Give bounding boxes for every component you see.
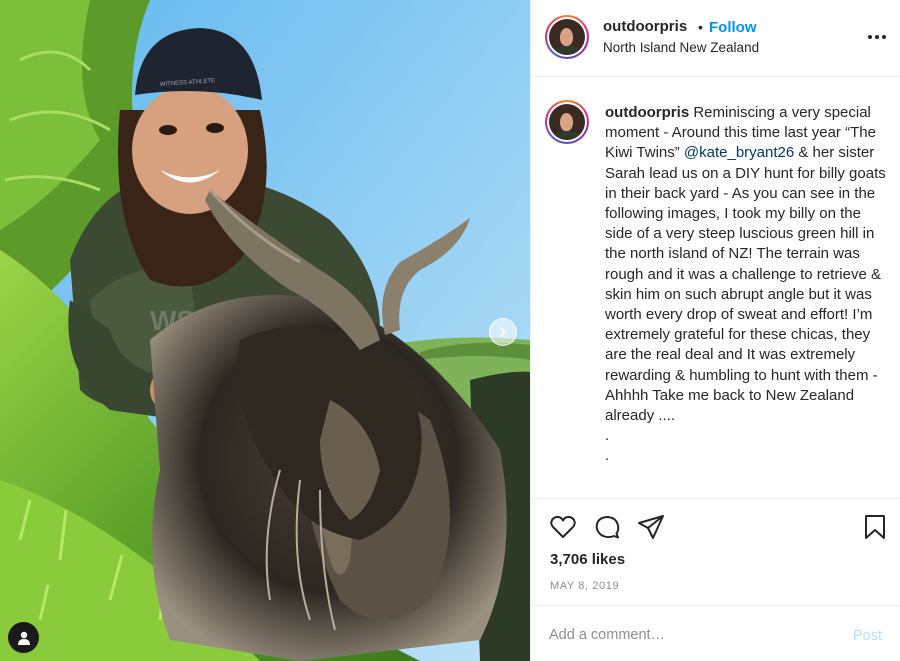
goat-hunt-photo: WS WITNESS ATHLETE <box>0 0 530 661</box>
post-date[interactable]: MAY 8, 2019 <box>550 580 619 592</box>
post-photo[interactable]: WS WITNESS ATHLETE <box>0 0 530 661</box>
caption-avatar[interactable] <box>545 100 589 144</box>
user-tag-icon <box>17 631 30 645</box>
follow-button[interactable]: Follow <box>709 19 757 36</box>
avatar[interactable] <box>545 15 589 59</box>
heart-icon[interactable] <box>548 512 578 542</box>
caption-text: outdoorpris Reminiscing a very special m… <box>605 103 890 467</box>
caption-part-2: & her sister Sarah lead us on a DIY hunt… <box>605 144 886 425</box>
post-comment-button[interactable]: Post <box>853 628 882 644</box>
carousel-next-button[interactable] <box>489 318 517 346</box>
user-tag-button[interactable] <box>8 622 39 653</box>
comment-box: Post <box>531 605 900 661</box>
caption-trailing-dot-1: . <box>605 427 610 445</box>
caption-username[interactable]: outdoorpris <box>605 104 689 121</box>
share-icon[interactable] <box>636 512 666 542</box>
caption-trailing-dot-2: . <box>605 447 610 465</box>
comment-input[interactable] <box>549 624 819 646</box>
header-username[interactable]: outdoorpris <box>603 18 687 35</box>
mention-link[interactable]: @kate_bryant26 <box>684 144 794 161</box>
more-options-icon[interactable] <box>866 26 888 48</box>
caption-section: outdoorpris Reminiscing a very special m… <box>531 78 900 498</box>
comment-icon[interactable] <box>592 512 622 542</box>
separator-dot: • <box>698 19 703 35</box>
post-details-panel: outdoorpris • Follow North Island New Ze… <box>530 0 900 661</box>
action-bar: 3,706 likes MAY 8, 2019 <box>531 498 900 605</box>
location-link[interactable]: North Island New Zealand <box>603 40 759 55</box>
likes-count[interactable]: 3,706 likes <box>550 551 625 568</box>
chevron-right-icon <box>500 327 507 337</box>
bookmark-icon[interactable] <box>860 512 890 542</box>
post-header: outdoorpris • Follow North Island New Ze… <box>531 0 900 77</box>
